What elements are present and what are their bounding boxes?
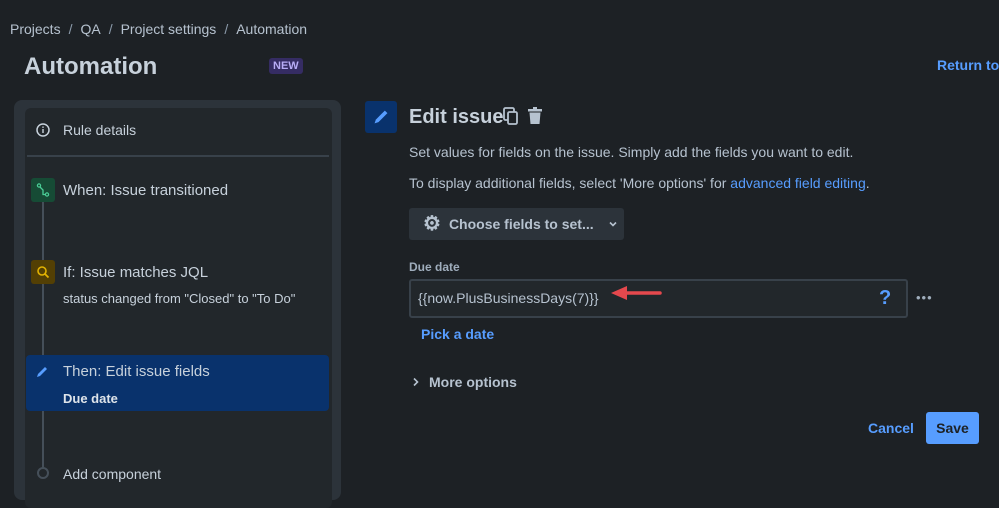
divider xyxy=(27,155,329,157)
hint-suffix: . xyxy=(865,175,870,191)
hint-text: To display additional fields, select 'Mo… xyxy=(409,175,731,191)
rule-steps xyxy=(25,108,332,508)
rule-details-item[interactable]: Rule details xyxy=(36,122,136,138)
breadcrumb-separator: / xyxy=(224,21,229,37)
editor-advanced-hint: To display additional fields, select 'Mo… xyxy=(409,175,870,191)
condition-label: If: Issue matches JQL xyxy=(63,263,209,281)
more-options-toggle[interactable]: More options xyxy=(412,374,517,390)
chevron-down-icon xyxy=(609,221,617,227)
editor-description: Set values for fields on the issue. Simp… xyxy=(409,144,854,160)
gear-icon: ⚙ xyxy=(423,213,441,235)
condition-detail: status changed from "Closed" to "To Do" xyxy=(63,291,296,306)
due-date-value: {{now.PlusBusinessDays(7)}} xyxy=(418,290,599,306)
save-button[interactable]: Save xyxy=(926,412,979,444)
choose-fields-button[interactable]: ⚙ Choose fields to set... xyxy=(409,208,624,240)
cancel-button[interactable]: Cancel xyxy=(868,420,914,436)
more-actions-icon[interactable]: ••• xyxy=(916,290,933,305)
info-icon xyxy=(36,123,50,137)
rule-details-label: Rule details xyxy=(63,122,137,138)
breadcrumb-project-settings[interactable]: Project settings xyxy=(121,21,217,37)
choose-fields-label: Choose fields to set... xyxy=(448,216,594,232)
return-link[interactable]: Return to xyxy=(937,57,999,73)
add-component-link[interactable]: Add component xyxy=(63,466,161,482)
breadcrumb-qa[interactable]: QA xyxy=(80,21,100,37)
action-step[interactable]: Then: Edit issue fields xyxy=(35,363,210,380)
search-icon xyxy=(31,260,55,284)
chevron-right-icon xyxy=(413,377,419,387)
breadcrumb-automation[interactable]: Automation xyxy=(236,21,307,37)
trigger-label: When: Issue transitioned xyxy=(63,181,229,199)
page-title: Automation xyxy=(24,53,158,80)
action-label: Then: Edit issue fields xyxy=(63,363,210,380)
advanced-field-editing-link[interactable]: advanced field editing xyxy=(730,175,865,191)
pencil-icon xyxy=(37,366,47,377)
breadcrumb-projects[interactable]: Projects xyxy=(10,21,61,37)
copy-icon[interactable] xyxy=(503,107,519,125)
due-date-label: Due date xyxy=(409,260,460,274)
new-badge: NEW xyxy=(269,58,303,74)
help-icon[interactable]: ? xyxy=(879,287,891,310)
edit-pencil-icon xyxy=(365,101,397,133)
action-detail: Due date xyxy=(63,391,118,406)
red-arrow-annotation xyxy=(611,286,662,300)
add-component-dot xyxy=(37,467,49,479)
condition-step[interactable]: If: Issue matches JQL xyxy=(31,260,208,284)
more-options-label: More options xyxy=(429,374,517,390)
editor-title: Edit issue xyxy=(409,106,504,128)
breadcrumb: Projects / QA / Project settings / Automati… xyxy=(10,21,307,37)
breadcrumb-separator: / xyxy=(108,21,113,37)
pick-date-link[interactable]: Pick a date xyxy=(421,326,494,342)
step-connector xyxy=(42,200,44,470)
transition-icon xyxy=(31,178,55,202)
trigger-step[interactable]: When: Issue transitioned xyxy=(31,178,228,202)
delete-icon[interactable] xyxy=(527,107,543,125)
breadcrumb-separator: / xyxy=(68,21,73,37)
